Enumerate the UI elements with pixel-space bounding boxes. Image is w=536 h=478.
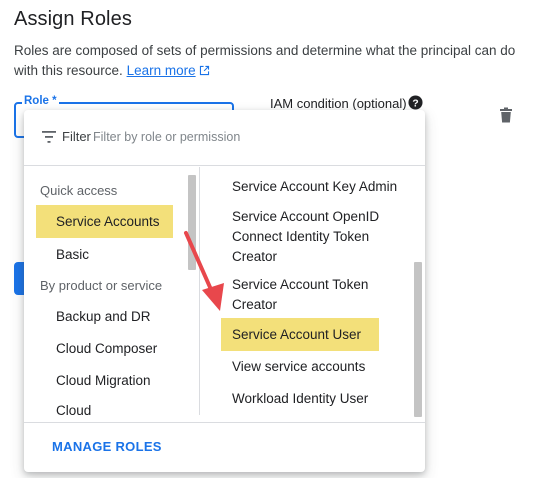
learn-more-label[interactable]: Learn more (127, 63, 196, 78)
category-backup-dr[interactable]: Backup and DR (56, 309, 151, 324)
footer-divider (24, 422, 425, 423)
role-token-line-1: Service Account Token (232, 277, 369, 292)
page-title: Assign Roles (14, 8, 132, 30)
section-header-by-product: By product or service (40, 278, 163, 293)
role-label: Role * (22, 95, 59, 107)
learn-more-link[interactable]: Learn more (127, 63, 210, 78)
role-key-admin-label: Service Account Key Admin (232, 179, 398, 194)
role-key-admin[interactable]: Service Account Key Admin (232, 177, 402, 197)
filter-label: Filter (62, 129, 91, 144)
category-scrollbar[interactable] (188, 175, 196, 270)
role-openid-line-1: Service Account OpenID (232, 209, 380, 224)
role-openid-line-3: Creator (232, 249, 278, 264)
description-text: Roles are composed of sets of permission… (14, 43, 516, 78)
help-icon[interactable]: ? (408, 95, 423, 110)
category-service-accounts[interactable]: Service Accounts (36, 205, 173, 238)
section-header-quick-access: Quick access (40, 183, 118, 198)
trash-icon[interactable] (499, 107, 513, 123)
svg-text:?: ? (412, 98, 418, 109)
category-list: Quick access Service Accounts Basic By p… (24, 167, 199, 421)
role-service-account-user[interactable]: Service Account User (221, 318, 379, 351)
role-list: Service Account Key Admin Service Accoun… (200, 167, 425, 421)
filter-icon (42, 131, 56, 143)
role-token-creator[interactable]: Service Account Token Creator (232, 275, 402, 315)
category-cloud-composer[interactable]: Cloud Composer (56, 341, 157, 356)
role-dropdown-menu: Filter Quick access Service Accounts Bas… (24, 110, 425, 472)
role-scrollbar[interactable] (414, 262, 422, 417)
category-cloud[interactable]: Cloud (56, 403, 91, 418)
role-openid-token-creator[interactable]: Service Account OpenID Connect Identity … (232, 207, 402, 267)
category-cloud-migration[interactable]: Cloud Migration (56, 373, 151, 388)
role-openid-line-2: Connect Identity Token (232, 229, 370, 244)
category-basic[interactable]: Basic (56, 247, 89, 262)
role-view-service-accounts[interactable]: View service accounts (232, 357, 402, 377)
role-workload-identity-user[interactable]: Workload Identity User (232, 389, 402, 409)
manage-roles-button[interactable]: MANAGE ROLES (52, 439, 162, 454)
filter-input[interactable] (93, 125, 393, 149)
filter-bar: Filter (24, 110, 425, 166)
external-link-icon (199, 65, 209, 76)
iam-condition-label: IAM condition (optional) (270, 96, 407, 111)
page-description: Roles are composed of sets of permission… (14, 41, 519, 81)
role-token-line-2: Creator (232, 297, 278, 312)
